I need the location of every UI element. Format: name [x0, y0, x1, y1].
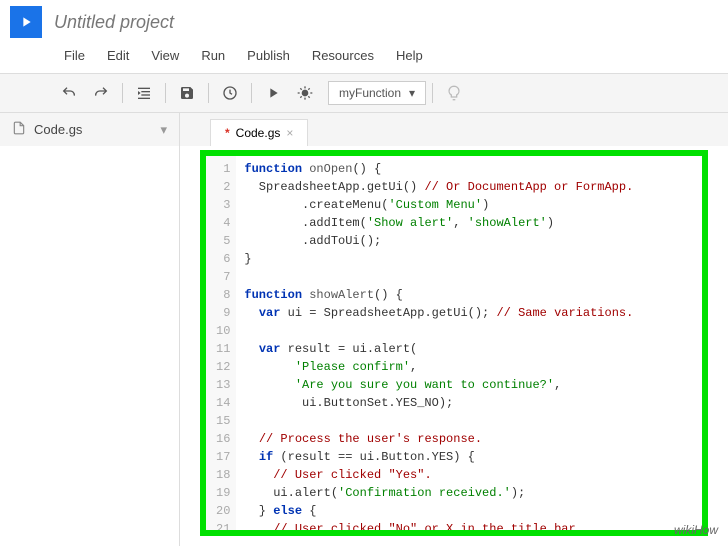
menu-run[interactable]: Run: [191, 44, 235, 67]
indent-button[interactable]: [129, 80, 159, 106]
debug-button[interactable]: [290, 80, 320, 106]
separator: [122, 83, 123, 103]
save-button[interactable]: [172, 80, 202, 106]
code-content[interactable]: function onOpen() { SpreadsheetApp.getUi…: [236, 156, 641, 530]
triggers-button[interactable]: [215, 80, 245, 106]
run-button[interactable]: [258, 80, 288, 106]
menu-resources[interactable]: Resources: [302, 44, 384, 67]
code-editor[interactable]: 123456789101112131415161718192021222324 …: [200, 150, 708, 536]
menu-publish[interactable]: Publish: [237, 44, 300, 67]
close-icon[interactable]: ×: [286, 126, 293, 140]
undo-button[interactable]: [54, 80, 84, 106]
separator: [208, 83, 209, 103]
apps-script-logo[interactable]: [10, 6, 42, 38]
menu-edit[interactable]: Edit: [97, 44, 139, 67]
separator: [165, 83, 166, 103]
separator: [432, 83, 433, 103]
modified-indicator: *: [225, 126, 230, 140]
menu-bar: File Edit View Run Publish Resources Hel…: [0, 44, 728, 73]
menu-view[interactable]: View: [141, 44, 189, 67]
watermark: wikiHow: [674, 523, 718, 537]
chevron-down-icon: ▾: [409, 86, 415, 100]
separator: [251, 83, 252, 103]
toolbar: myFunction ▾: [0, 74, 728, 113]
function-select[interactable]: myFunction ▾: [328, 81, 426, 105]
project-title[interactable]: Untitled project: [54, 12, 718, 33]
sidebar-file-item[interactable]: Code.gs ▾: [0, 113, 179, 146]
redo-button[interactable]: [86, 80, 116, 106]
help-bulb-button[interactable]: [439, 80, 469, 106]
menu-help[interactable]: Help: [386, 44, 433, 67]
tab-label: Code.gs: [236, 126, 281, 140]
sidebar-file-label: Code.gs: [34, 122, 82, 137]
tab-code-gs[interactable]: * Code.gs ×: [210, 119, 308, 146]
file-icon: [12, 121, 26, 138]
chevron-down-icon[interactable]: ▾: [160, 122, 167, 138]
menu-file[interactable]: File: [54, 44, 95, 67]
editor-tabs: * Code.gs ×: [180, 113, 728, 146]
function-select-label: myFunction: [339, 86, 401, 100]
line-gutter: 123456789101112131415161718192021222324: [206, 156, 236, 530]
file-sidebar: Code.gs ▾: [0, 113, 180, 546]
